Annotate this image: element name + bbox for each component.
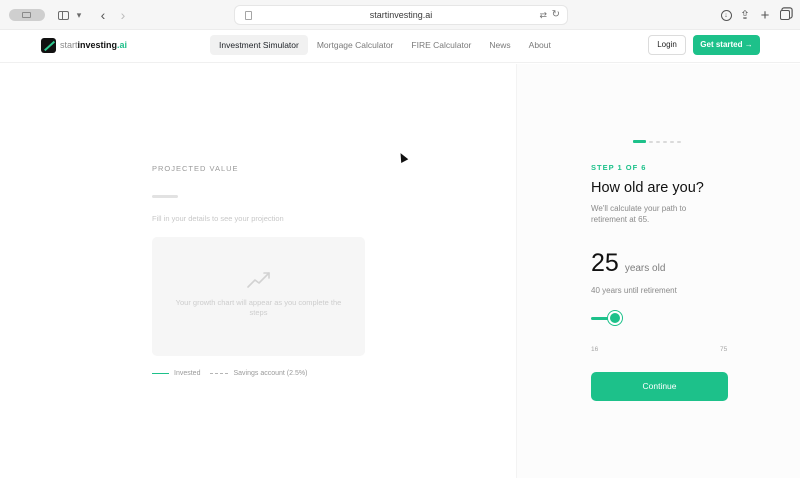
nav-about[interactable]: About <box>520 35 560 55</box>
step-dot-2 <box>649 140 653 143</box>
legend-savings: Savings account (2.5%) <box>233 370 308 377</box>
browser-toolbar: ▾ ‹ › startinvesting.ai ⇄ ↻ ↓ ⇪ + <box>0 0 800 30</box>
tabs-icon <box>780 10 790 20</box>
step-progress <box>633 140 681 143</box>
get-started-button[interactable]: Get started → <box>693 35 760 55</box>
step-dot-5 <box>670 140 674 143</box>
nav-investment-simulator[interactable]: Investment Simulator <box>210 35 308 55</box>
sidebar-icon <box>57 10 69 20</box>
sidebar-toggle-button[interactable] <box>56 7 70 23</box>
step-dot-1 <box>633 140 646 143</box>
tab-icon <box>22 12 31 18</box>
forward-button[interactable]: › <box>116 7 130 23</box>
invested-swatch <box>152 372 169 375</box>
step-label: STEP 1 OF 6 <box>591 163 647 172</box>
continue-button[interactable]: Continue <box>591 372 728 401</box>
slider-thumb[interactable] <box>608 311 622 325</box>
age-slider[interactable] <box>591 310 728 326</box>
value-placeholder <box>152 195 178 198</box>
question-title: How old are you? <box>591 180 704 196</box>
step-dot-3 <box>656 140 660 143</box>
new-tab-button[interactable]: + <box>758 6 772 24</box>
slider-max-label: 75 <box>720 346 728 353</box>
nav-fire-calculator[interactable]: FIRE Calculator <box>402 35 480 55</box>
login-button[interactable]: Login <box>648 35 686 55</box>
projected-value-label: PROJECTED VALUE <box>152 164 239 173</box>
trend-up-icon <box>247 272 270 288</box>
mouse-cursor <box>397 151 409 163</box>
downloads-button[interactable]: ↓ <box>719 7 733 23</box>
age-display: 25 years old <box>591 249 665 278</box>
projection-hint: Fill in your details to see your project… <box>152 214 284 223</box>
main-nav: Investment Simulator Mortgage Calculator… <box>210 35 560 55</box>
nav-news[interactable]: News <box>480 35 519 55</box>
logo-prefix: start <box>60 40 78 50</box>
tab-overview-button[interactable] <box>9 9 45 21</box>
tab-overview-grid-button[interactable] <box>778 7 792 23</box>
reload-icon[interactable]: ↻ <box>552 9 560 20</box>
address-bar[interactable]: startinvesting.ai ⇄ ↻ <box>234 5 568 25</box>
step-dot-6 <box>677 140 681 143</box>
share-icon: ⇪ <box>739 8 751 22</box>
chart-placeholder: Your growth chart will appear as you com… <box>152 237 365 356</box>
step-dot-4 <box>663 140 667 143</box>
question-subtext: We'll calculate your path to retirement … <box>591 204 687 224</box>
slider-min-label: 16 <box>591 346 599 353</box>
url-text: startinvesting.ai <box>369 10 433 20</box>
logo-main: investing <box>77 40 118 50</box>
chevron-down-icon[interactable]: ▾ <box>74 7 84 23</box>
logo-suffix: .ai <box>117 40 128 50</box>
age-value: 25 <box>591 249 619 277</box>
translate-icon[interactable]: ⇄ <box>539 10 547 21</box>
logo-wordmark[interactable]: startinvesting.ai <box>60 40 127 50</box>
logo-icon[interactable] <box>41 38 56 53</box>
download-icon: ↓ <box>720 9 732 21</box>
years-until-retirement: 40 years until retirement <box>591 286 677 295</box>
back-button[interactable]: ‹ <box>96 7 110 23</box>
chart-legend: Invested Savings account (2.5%) <box>152 370 307 377</box>
nav-mortgage-calculator[interactable]: Mortgage Calculator <box>308 35 403 55</box>
age-unit: years old <box>624 263 666 274</box>
plus-icon: + <box>760 6 770 24</box>
chart-placeholder-message: Your growth chart will appear as you com… <box>175 298 342 317</box>
share-button[interactable]: ⇪ <box>738 7 752 23</box>
site-header: startinvesting.ai Investment Simulator M… <box>0 30 800 63</box>
legend-invested: Invested <box>174 370 201 377</box>
savings-swatch <box>210 373 229 374</box>
